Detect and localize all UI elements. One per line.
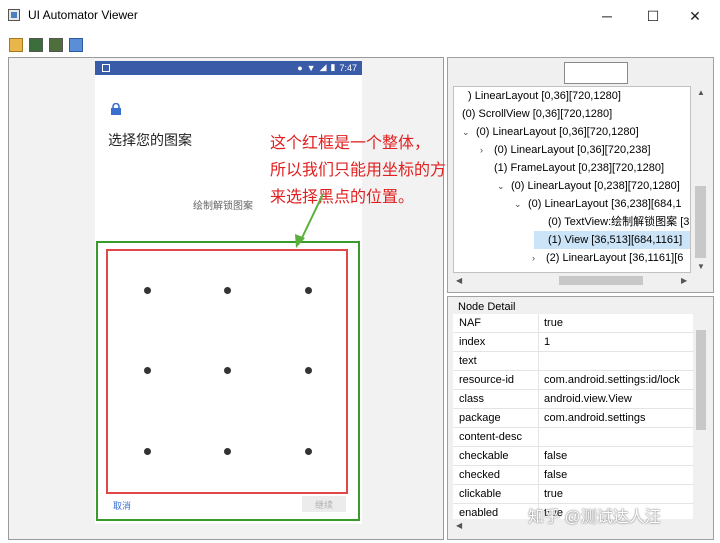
pattern-dot[interactable]	[224, 367, 231, 374]
window-title: UI Automator Viewer	[28, 8, 138, 22]
pattern-dot[interactable]	[224, 448, 231, 455]
scroll-right-icon[interactable]: ▶	[681, 276, 687, 285]
annotation-line: 这个红框是一个整体，	[270, 135, 431, 152]
tree-node[interactable]: (0) TextView:绘制解锁图案 [3	[534, 213, 689, 231]
status-right: ● ▼ ◢ ▮ 7:47	[297, 62, 357, 73]
status-bar: ● ▼ ◢ ▮ 7:47	[95, 61, 362, 75]
tree-node[interactable]: › (0) LinearLayout [0,36][720,238]	[480, 141, 651, 159]
device-screenshot-icon[interactable]	[29, 38, 43, 52]
signal-icon: ◢	[319, 62, 327, 72]
table-row[interactable]: NAF true	[453, 314, 693, 333]
hierarchy-tree[interactable]: ) LinearLayout [0,36][720,1280] (0) Scro…	[453, 86, 691, 273]
pattern-dot[interactable]	[305, 367, 312, 374]
pattern-dot[interactable]	[224, 287, 231, 294]
page-title: 选择您的图案	[108, 132, 192, 148]
scroll-left-icon[interactable]: ◀	[456, 276, 462, 285]
table-row[interactable]: index 1	[453, 333, 693, 352]
table-row[interactable]: content-desc	[453, 428, 693, 447]
chevron-down-icon[interactable]: ⌄	[462, 123, 476, 141]
continue-button[interactable]: 继续	[302, 496, 346, 512]
pattern-dot[interactable]	[144, 367, 151, 374]
tree-horizontal-scroll-thumb[interactable]	[559, 276, 643, 285]
location-icon: ●	[297, 62, 303, 73]
pattern-hint: 绘制解锁图案	[193, 201, 253, 212]
table-row[interactable]: clickable true	[453, 485, 693, 504]
toolbar	[0, 34, 720, 56]
notification-icon	[102, 64, 110, 72]
device-screenshot-compressed-icon[interactable]	[49, 38, 63, 52]
table-row[interactable]: checked false	[453, 466, 693, 485]
tree-node[interactable]: (1) FrameLayout [0,238][720,1280]	[480, 159, 664, 177]
chevron-down-icon[interactable]: ⌄	[514, 195, 528, 213]
detail-vertical-scroll-thumb[interactable]	[696, 330, 706, 430]
table-row[interactable]: class android.view.View	[453, 390, 693, 409]
scroll-down-icon[interactable]: ▼	[697, 262, 705, 271]
table-row[interactable]: checkable false	[453, 447, 693, 466]
close-button[interactable]: ✕	[685, 6, 705, 26]
lock-icon	[111, 103, 121, 115]
tree-node-selected[interactable]: (1) View [36,513][684,1161]	[534, 231, 690, 249]
wifi-icon: ▼	[306, 62, 316, 73]
pattern-dot[interactable]	[305, 448, 312, 455]
annotation-arrow	[295, 193, 324, 248]
pattern-dot[interactable]	[144, 448, 151, 455]
tree-node[interactable]: ⌄ (0) LinearLayout [0,238][720,1280]	[497, 177, 680, 195]
tree-node[interactable]: ) LinearLayout [0,36][720,1280]	[454, 87, 621, 105]
pattern-dot[interactable]	[305, 287, 312, 294]
battery-icon: ▮	[330, 62, 336, 72]
hierarchy-header-box	[564, 62, 628, 84]
chevron-right-icon[interactable]: ›	[532, 249, 546, 267]
tree-node[interactable]: ⌄ (0) LinearLayout [36,238][684,1	[514, 195, 682, 213]
open-folder-icon[interactable]	[9, 38, 23, 52]
pattern-dot[interactable]	[144, 287, 151, 294]
tree-node[interactable]: (0) ScrollView [0,36][720,1280]	[454, 105, 612, 123]
node-detail-table: NAF true index 1 text resource-id com.andro…	[453, 314, 693, 519]
chevron-down-icon[interactable]: ⌄	[497, 177, 511, 195]
watermark: 知乎 @测试达人汪	[528, 509, 661, 526]
title-bar: UI Automator Viewer ─ ☐ ✕	[0, 0, 720, 32]
status-time: 7:47	[339, 62, 357, 73]
tree-node[interactable]: ⌄ (0) LinearLayout [0,36][720,1280]	[462, 123, 639, 141]
scroll-left-icon[interactable]: ◀	[456, 521, 462, 530]
tree-node[interactable]: › (2) LinearLayout [36,1161][6	[532, 249, 683, 267]
annotation-line: 所以我们只能用坐标的方式	[270, 162, 463, 179]
save-icon[interactable]	[69, 38, 83, 52]
tree-vertical-scroll-thumb[interactable]	[695, 186, 706, 258]
node-detail-title: Node Detail	[458, 301, 516, 313]
table-row[interactable]: text	[453, 352, 693, 371]
scroll-up-icon[interactable]: ▲	[697, 88, 705, 97]
table-row[interactable]: resource-id com.android.settings:id/lock	[453, 371, 693, 390]
minimize-button[interactable]: ─	[597, 6, 617, 26]
chevron-right-icon[interactable]: ›	[480, 141, 494, 159]
maximize-button[interactable]: ☐	[643, 6, 663, 26]
table-row[interactable]: package com.android.settings	[453, 409, 693, 428]
cancel-button[interactable]: 取消	[113, 499, 131, 512]
app-icon	[8, 9, 20, 21]
